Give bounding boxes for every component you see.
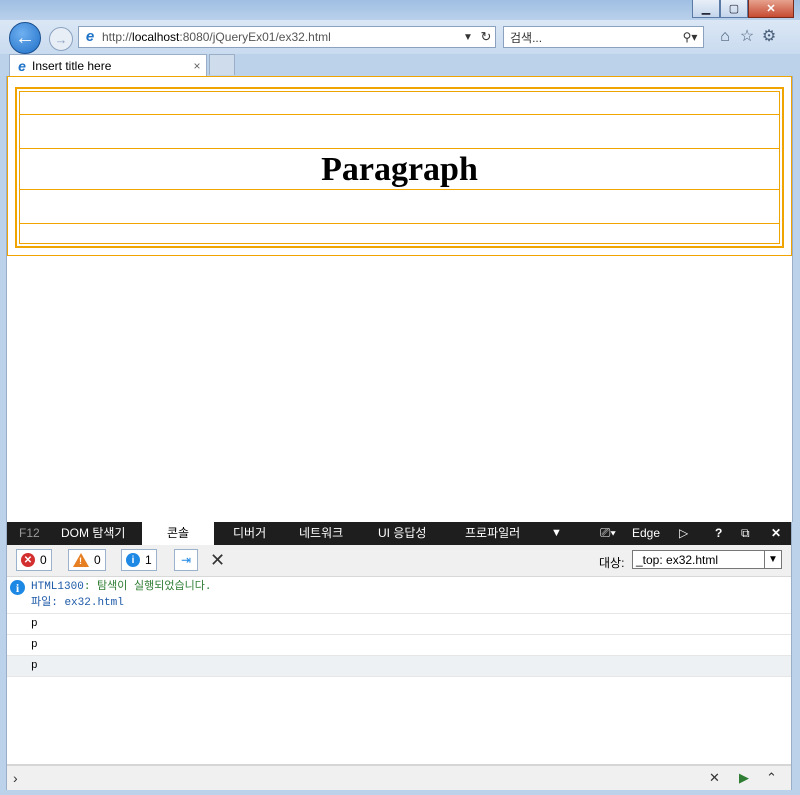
info-filter-button[interactable]: i 1	[121, 549, 157, 571]
warning-filter-button[interactable]: ! 0	[68, 549, 106, 571]
run-icon[interactable]: ▶	[739, 770, 749, 786]
address-url[interactable]: http://localhost:8080/jQueryEx01/ex32.ht…	[102, 30, 459, 44]
tab-debugger[interactable]: 디버거	[233, 522, 266, 545]
address-bar[interactable]: e http://localhost:8080/jQueryEx01/ex32.…	[78, 26, 496, 48]
close-window-button[interactable]: ✕	[748, 0, 794, 18]
error-filter-button[interactable]: ✕ 0	[16, 549, 52, 571]
minimize-button[interactable]: ▁	[692, 0, 720, 18]
console-prompt-icon[interactable]: ▷	[679, 522, 688, 545]
clear-console-icon[interactable]: ✕	[210, 550, 225, 571]
info-icon: i	[126, 553, 140, 567]
console-input-bar[interactable]: › ✕ ▶ ⌃	[7, 764, 791, 792]
document-mode-edge[interactable]: Edge	[632, 522, 660, 545]
divider-line	[20, 223, 779, 224]
inner-frame: Paragraph	[19, 91, 780, 244]
close-devtools-icon[interactable]: ✕	[771, 522, 781, 545]
log-line: p	[31, 639, 38, 651]
ie-tab-icon: e	[18, 57, 26, 74]
outer-frame: Paragraph	[7, 76, 792, 256]
console-log-list: i HTML1300: 탐색이 실행되었습니다. 파일: ex32.html p…	[7, 577, 791, 677]
target-select[interactable]: _top: ex32.html ▼	[632, 550, 782, 569]
clear-on-navigate-button[interactable]: ⇥	[174, 549, 198, 571]
expand-input-icon[interactable]: ⌃	[766, 770, 777, 786]
paragraph-heading: Paragraph	[321, 151, 478, 188]
new-tab-button[interactable]	[209, 54, 235, 75]
back-button[interactable]: ←	[9, 22, 41, 54]
list-item[interactable]: p	[7, 635, 791, 656]
divider-line	[20, 148, 779, 149]
help-icon[interactable]: ?	[715, 522, 722, 545]
target-value: _top: ex32.html	[636, 552, 719, 567]
log-line: p	[31, 660, 38, 672]
clear-on-navigate-icon: ⇥	[180, 553, 192, 567]
search-placeholder[interactable]: 검색...	[510, 29, 677, 46]
forward-button[interactable]: →	[49, 27, 73, 51]
search-icon[interactable]: ⚲▾	[677, 30, 703, 44]
home-icon[interactable]: ⌂	[716, 28, 734, 46]
list-item[interactable]: p	[7, 614, 791, 635]
message-file[interactable]: 파일: ex32.html	[31, 595, 791, 611]
window-controls: ▁ ▢ ✕	[692, 0, 794, 18]
window-bottom-edge	[0, 790, 800, 795]
back-arrow-icon: ←	[15, 26, 35, 49]
favorites-star-icon[interactable]: ☆	[738, 28, 756, 46]
emulation-monitor-icon[interactable]: ⎚▾	[600, 522, 616, 545]
forward-arrow-icon: →	[54, 31, 68, 47]
tab-f12[interactable]: F12	[19, 522, 40, 545]
address-dropdown-icon[interactable]: ▼	[459, 32, 477, 43]
tab-ui-responsiveness[interactable]: UI 응답성	[378, 522, 426, 545]
settings-gear-icon[interactable]: ⚙	[760, 28, 778, 46]
log-line: p	[31, 618, 38, 630]
console-message[interactable]: i HTML1300: 탐색이 실행되었습니다. 파일: ex32.html	[7, 577, 791, 614]
divider-line	[20, 114, 779, 115]
error-icon: ✕	[21, 553, 35, 567]
maximize-button[interactable]: ▢	[720, 0, 748, 18]
tab-row: e Insert title here ×	[0, 54, 800, 76]
tab-dom-explorer[interactable]: DOM 탐색기	[61, 522, 125, 545]
middle-frame: Paragraph	[15, 87, 784, 248]
undock-icon[interactable]: ⧉	[741, 522, 750, 545]
error-count: 0	[40, 553, 47, 567]
warning-count: 0	[94, 553, 101, 567]
window-titlebar: ▁ ▢ ✕	[0, 0, 800, 20]
tab-profiler[interactable]: 프로파일러	[465, 522, 520, 545]
more-tabs-chevron-icon[interactable]: ▼	[551, 522, 562, 545]
browser-tools: ⌂ ☆ ⚙	[716, 28, 778, 46]
ie-page-icon: e	[85, 28, 95, 45]
chevron-down-icon[interactable]: ▼	[764, 551, 781, 568]
browser-tab[interactable]: e Insert title here ×	[9, 54, 207, 76]
message-text: : 탐색이 실행되었습니다.	[83, 581, 212, 593]
tab-close-icon[interactable]: ×	[188, 59, 206, 73]
info-count: 1	[145, 553, 152, 567]
navigation-bar: ← → e http://localhost:8080/jQueryEx01/e…	[0, 20, 800, 54]
list-item[interactable]: p	[7, 656, 791, 677]
console-toolbar: ✕ 0 ! 0 i 1 ⇥ ✕ 대상: _top: ex32.html ▼	[7, 545, 791, 577]
page-content: Paragraph	[6, 76, 793, 522]
info-icon: i	[10, 580, 25, 595]
devtools-tab-bar: F12 DOM 탐색기 콘솔 디버거 네트워크 UI 응답성 프로파일러 ▼ ⎚…	[7, 522, 791, 545]
prompt-chevron-icon: ›	[13, 770, 18, 786]
search-box[interactable]: 검색... ⚲▾	[503, 26, 704, 48]
tab-console[interactable]: 콘솔	[142, 522, 214, 545]
tab-network[interactable]: 네트워크	[299, 522, 343, 545]
tab-title: Insert title here	[32, 58, 112, 73]
refresh-icon[interactable]: ↻	[477, 29, 495, 45]
devtools-panel: F12 DOM 탐색기 콘솔 디버거 네트워크 UI 응답성 프로파일러 ▼ ⎚…	[6, 522, 792, 792]
message-code[interactable]: HTML1300	[31, 581, 84, 593]
clear-input-icon[interactable]: ✕	[709, 770, 720, 786]
target-label: 대상:	[599, 556, 625, 570]
warning-icon: !	[73, 553, 89, 567]
